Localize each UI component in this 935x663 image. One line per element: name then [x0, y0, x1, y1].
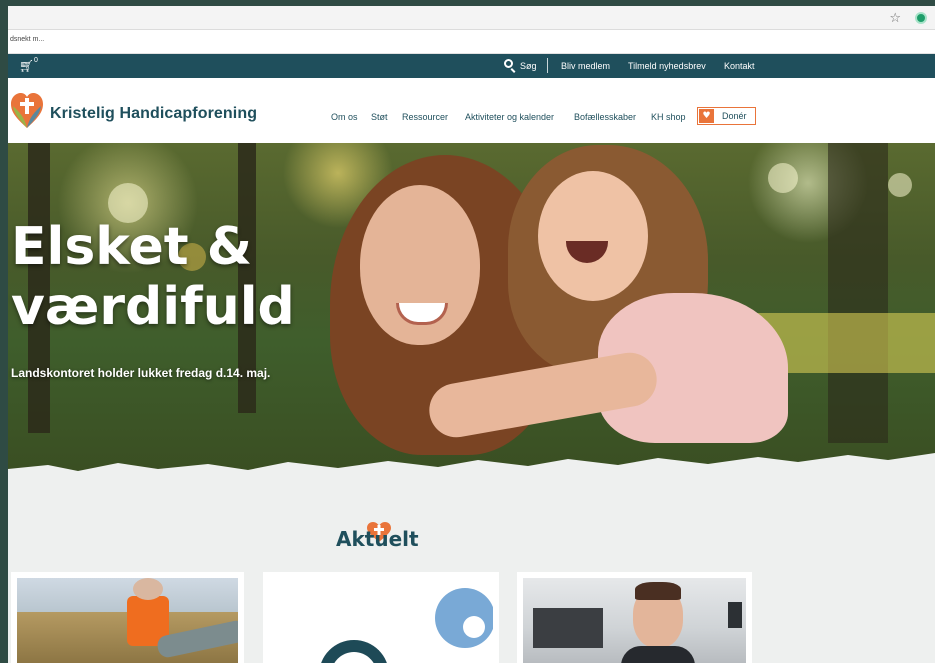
nav-item-bofaellesskaber[interactable]: Bofællesskaber: [574, 112, 636, 122]
site-header: Kristelig Handicapforening Om os Støt Re…: [8, 78, 935, 143]
person-face: [133, 578, 163, 600]
become-member-link[interactable]: Bliv medlem: [561, 61, 610, 71]
photo-girl-face: [538, 171, 648, 301]
nav-item-ressourcer[interactable]: Ressourcer: [402, 112, 448, 122]
bokeh-light: [888, 173, 912, 197]
bookmark-star-icon[interactable]: ☆: [889, 11, 901, 26]
blue-shape-center: [463, 616, 485, 638]
person-hair: [635, 582, 681, 600]
background-tree: [828, 143, 888, 443]
cart-icon[interactable]: 🛒︎: [19, 59, 34, 73]
newsletter-link[interactable]: Tilmeld nyhedsbrev: [628, 61, 706, 71]
search-link[interactable]: Søg: [520, 61, 537, 71]
bokeh-light: [768, 163, 798, 193]
nav-item-kh-shop[interactable]: KH shop: [651, 112, 686, 122]
hero-title: Elsket & værdifuld: [11, 217, 295, 337]
nav-item-om-os[interactable]: Om os: [331, 112, 358, 122]
news-card[interactable]: [263, 572, 499, 663]
news-card-image: [523, 578, 746, 663]
wall-screen: [728, 602, 742, 628]
torn-paper-edge: [8, 453, 935, 487]
hero-subtitle[interactable]: Landskontoret holder lukket fredag d.14.…: [11, 366, 311, 381]
nav-item-aktiviteter[interactable]: Aktiviteter og kalender: [465, 112, 554, 122]
dark-shape: [319, 640, 389, 663]
news-card-image: [17, 578, 238, 663]
donate-button-label: Donér: [722, 111, 747, 121]
browser-viewport: ☆ dsnekt m... 🛒︎ 0 Søg Bliv medlem Tilme…: [8, 6, 935, 663]
news-card[interactable]: [517, 572, 752, 663]
search-icon[interactable]: [504, 59, 513, 68]
person-suit: [621, 646, 695, 663]
contact-link[interactable]: Kontakt: [724, 61, 755, 71]
divider: [547, 58, 548, 73]
cart-count-badge: 0: [34, 57, 38, 64]
browser-toolbar: ☆: [8, 6, 935, 30]
extension-icon[interactable]: [915, 12, 927, 24]
bookmarks-bar: dsnekt m...: [8, 30, 935, 54]
news-card[interactable]: [11, 572, 244, 663]
bookmark-item[interactable]: dsnekt m...: [10, 36, 44, 43]
donate-button[interactable]: ♥ Donér: [697, 107, 756, 125]
office-desk: [533, 608, 603, 648]
heart-icon: ♥: [699, 109, 714, 123]
blue-shape: [435, 588, 493, 648]
nav-item-stoet[interactable]: Støt: [371, 112, 388, 122]
section-title: Aktuelt: [336, 527, 419, 551]
utility-bar: 🛒︎ 0 Søg Bliv medlem Tilmeld nyhedsbrev …: [8, 54, 935, 78]
site-logo-text[interactable]: Kristelig Handicapforening: [50, 105, 257, 123]
logo-heart-icon[interactable]: [10, 90, 44, 130]
news-card-image: [269, 578, 493, 663]
